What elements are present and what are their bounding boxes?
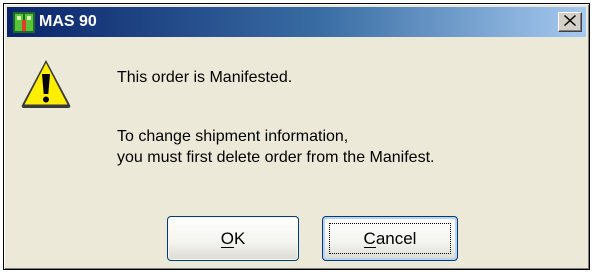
message-line-1: This order is Manifested. [117, 69, 293, 86]
ok-button-label: OK [220, 228, 246, 248]
message-dialog: MAS 90 This order is Manifested. To chan… [3, 3, 590, 270]
ok-accel-key: O [220, 228, 234, 248]
cancel-button[interactable]: Cancel [322, 216, 458, 261]
cancel-accel-key: C [363, 228, 376, 248]
window-title: MAS 90 [39, 13, 97, 30]
close-button[interactable] [558, 12, 582, 32]
ok-button[interactable]: OK [167, 216, 299, 261]
warning-icon [20, 58, 72, 110]
app-icon [13, 12, 35, 33]
close-icon [564, 13, 576, 31]
message-line-2: To change shipment information, [117, 128, 349, 145]
message-line-3: you must first delete order from the Man… [117, 149, 435, 166]
title-bar[interactable]: MAS 90 [7, 7, 586, 37]
cancel-button-label: Cancel [363, 228, 417, 248]
